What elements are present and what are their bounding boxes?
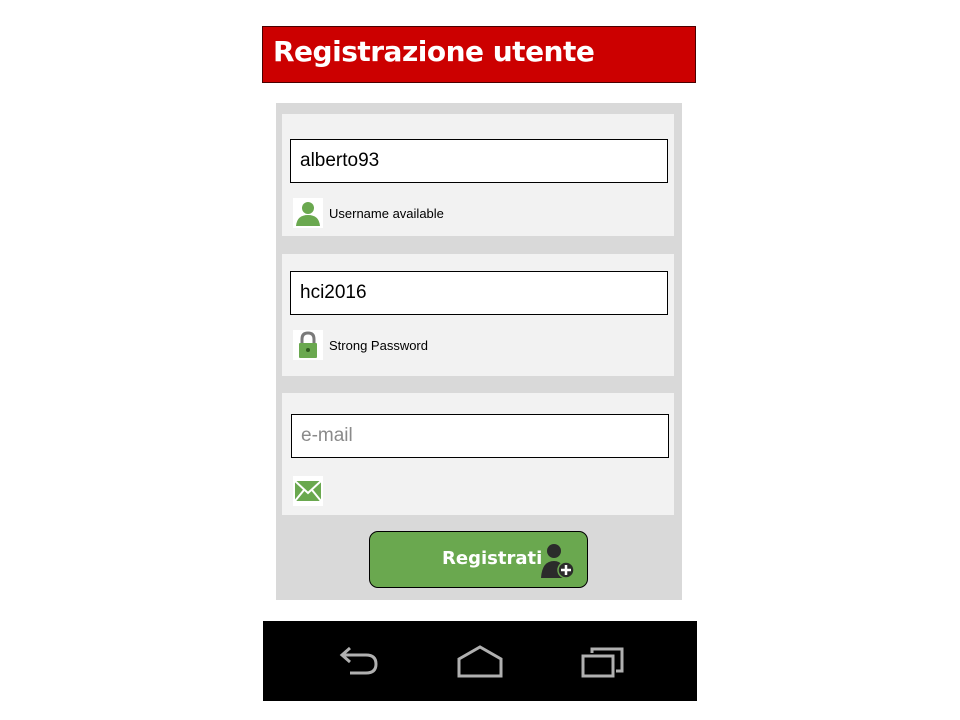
username-status: Username available <box>293 198 444 228</box>
register-button-label: Registrati <box>442 548 543 569</box>
registration-form: Username available Strong Password <box>276 103 682 600</box>
add-user-icon <box>541 544 575 579</box>
register-button[interactable]: Registrati <box>369 531 588 588</box>
android-navbar <box>263 621 697 701</box>
lock-icon <box>293 330 323 360</box>
password-card: Strong Password <box>282 254 674 376</box>
page-title: Registrazione utente <box>273 35 595 68</box>
password-status: Strong Password <box>293 330 428 360</box>
recents-icon[interactable] <box>580 645 626 679</box>
username-field[interactable] <box>290 139 668 183</box>
back-icon[interactable] <box>338 645 382 679</box>
email-field[interactable] <box>291 414 669 458</box>
username-card: Username available <box>282 114 674 236</box>
username-status-text: Username available <box>329 205 444 221</box>
mail-icon <box>293 476 323 506</box>
email-card <box>282 393 674 515</box>
app-header: Registrazione utente <box>262 26 696 83</box>
email-status <box>293 476 323 506</box>
password-field[interactable] <box>290 271 668 315</box>
password-status-text: Strong Password <box>329 337 428 353</box>
user-icon <box>293 198 323 228</box>
home-icon[interactable] <box>457 645 503 679</box>
